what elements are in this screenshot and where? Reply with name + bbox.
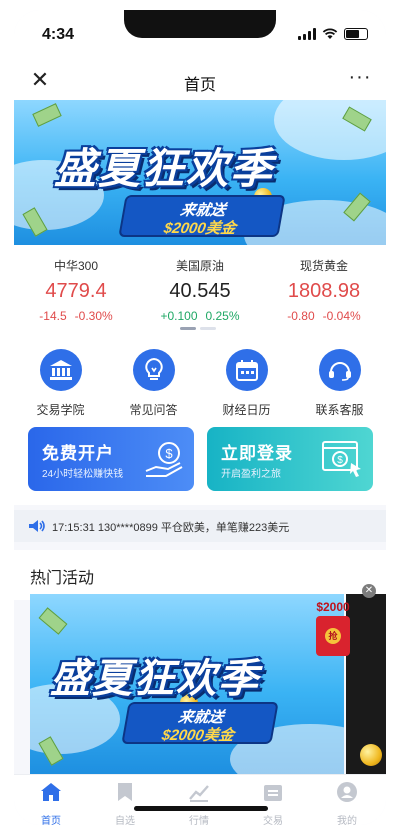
activity-banner[interactable]: 盛夏狂欢季 来就送 $2000美金 (30, 594, 344, 774)
quote-change-value: -0.80 (287, 309, 315, 323)
quote-name: 美国原油 (175, 259, 224, 273)
quote-price: 1808.98 (287, 280, 361, 302)
open-account-card[interactable]: 免费开户 24小时轻松赚快钱 $ (28, 427, 194, 491)
card-subtitle: 开启盈利之旅 (221, 469, 281, 480)
status-bar: 4:34 (14, 10, 386, 60)
red-packet-amount: $2000 (316, 600, 350, 614)
close-float-icon[interactable]: ✕ (362, 584, 376, 598)
quote-change-pct: -0.04% (322, 309, 361, 323)
banner-ribbon: 来就送 $2000美金 (118, 195, 286, 237)
notice-ticker[interactable]: 17:15:31 130****0899 平仓欧美，单笔赚223美元 (14, 510, 386, 542)
headset-icon (318, 349, 361, 391)
coin-icon (360, 744, 382, 766)
quick-item-label: 财经日历 (222, 403, 271, 417)
banner-title: 盛夏狂欢季 (54, 145, 275, 192)
quote-name: 现货黄金 (299, 259, 348, 273)
notch (124, 10, 276, 38)
quote-change: -0.80 -0.04% (262, 309, 386, 323)
carousel-dots (180, 327, 216, 330)
signal-icon (298, 28, 316, 40)
hand-coin-icon: $ (145, 442, 183, 477)
login-card[interactable]: 立即登录 开启盈利之旅 $ (207, 427, 373, 491)
bookmark-icon (118, 783, 132, 801)
navigation-bar: ✕ 首页 ··· (14, 60, 386, 100)
quote-item[interactable]: 中华300 4779.4 -14.5 -0.30% (14, 257, 138, 323)
home-indicator (134, 806, 268, 811)
banner-prize: $2000美金 (160, 727, 236, 744)
card-subtitle: 24小时轻松赚快钱 (42, 469, 124, 480)
money-bill-icon (38, 607, 68, 635)
status-icons (298, 28, 368, 40)
hot-section: 热门活动 (14, 550, 386, 600)
quick-item-faq[interactable]: 常见问答 (107, 349, 200, 418)
tab-profile[interactable]: 我的 (310, 781, 384, 825)
tab-trade[interactable]: 交易 (236, 781, 310, 825)
quick-item-label: 联系客服 (315, 403, 364, 417)
splash-decor (274, 100, 386, 160)
tab-home[interactable]: 首页 (14, 781, 88, 825)
phone-screen: 4:34 ✕ 首页 ··· 盛夏狂欢季 来就送 $2000美金 中华300 47… (14, 10, 386, 825)
banner-title: 盛夏狂欢季 (50, 657, 260, 701)
quote-change: -14.5 -0.30% (14, 309, 138, 323)
chart-icon (189, 785, 209, 802)
quote-item[interactable]: 美国原油 40.545 +0.100 0.25% (138, 257, 262, 323)
quick-menu: 交易学院 常见问答 财经日历 联系客服 (14, 337, 386, 427)
quick-item-calendar[interactable]: 财经日历 (200, 349, 293, 418)
wallet-icon (264, 785, 282, 801)
quick-item-trading-academy[interactable]: 交易学院 (14, 349, 107, 418)
tab-market[interactable]: 行情 (162, 781, 236, 825)
promo-banner[interactable]: 盛夏狂欢季 来就送 $2000美金 (14, 100, 386, 245)
quote-price: 40.545 (169, 280, 231, 302)
speaker-icon (29, 520, 45, 532)
ticker-text: 17:15:31 130****0899 平仓欧美，单笔赚223美元 (52, 522, 290, 534)
status-time: 4:34 (42, 26, 75, 43)
tab-label: 自选 (115, 816, 135, 825)
quote-change-value: -14.5 (39, 309, 67, 323)
tab-label: 首页 (41, 816, 61, 825)
quote-item[interactable]: 现货黄金 1808.98 -0.80 -0.04% (262, 257, 386, 323)
banner-ribbon: 来就送 $2000美金 (121, 702, 279, 744)
profile-icon (337, 782, 357, 802)
quote-change-pct: 0.25% (205, 309, 240, 323)
quick-item-label: 常见问答 (129, 403, 178, 417)
red-packet-float[interactable]: $2000 抢 (306, 600, 360, 656)
banner-prize: $2000美金 (162, 220, 238, 237)
more-icon[interactable]: ··· (348, 67, 372, 92)
section-title: 热门活动 (30, 570, 95, 587)
page-title: 首页 (183, 77, 216, 94)
promo-cards: 免费开户 24小时轻松赚快钱 $ 立即登录 开启盈利之旅 $ (14, 427, 386, 505)
calendar-icon (225, 349, 268, 391)
tab-label: 我的 (337, 816, 357, 825)
card-title: 免费开户 (42, 444, 114, 463)
svg-text:$: $ (337, 455, 343, 466)
tab-bar: 首页 自选 行情 交易 我的 (14, 774, 386, 825)
quote-change-value: +0.100 (160, 309, 198, 323)
quote-price: 4779.4 (45, 280, 107, 302)
tab-label: 行情 (189, 816, 209, 825)
quote-name: 中华300 (53, 259, 99, 273)
bank-icon (39, 349, 82, 391)
quote-change-pct: -0.30% (74, 309, 113, 323)
home-icon (41, 783, 61, 801)
tab-watchlist[interactable]: 自选 (88, 781, 162, 825)
tab-label: 交易 (263, 816, 283, 825)
quote-change: +0.100 0.25% (138, 309, 262, 323)
web-cursor-icon: $ (322, 441, 361, 477)
lightbulb-icon (132, 349, 175, 391)
wifi-icon (322, 28, 338, 39)
red-packet-seal: 抢 (325, 628, 341, 644)
battery-icon (344, 28, 368, 40)
quick-item-customer-service[interactable]: 联系客服 (293, 349, 386, 418)
svg-text:$: $ (165, 446, 173, 461)
quick-item-label: 交易学院 (36, 403, 85, 417)
market-quotes: 中华300 4779.4 -14.5 -0.30% 美国原油 40.545 +0.… (14, 245, 386, 337)
money-bill-icon (32, 103, 62, 127)
card-title: 立即登录 (221, 444, 293, 463)
